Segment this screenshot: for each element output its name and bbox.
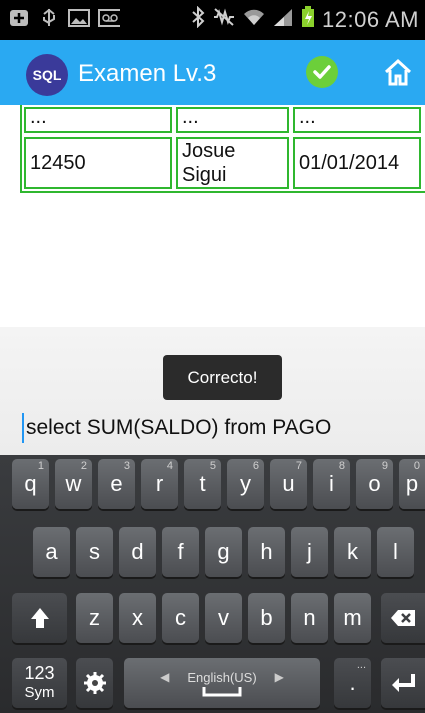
action-bar: SQL Examen Lv.3 <box>0 40 425 105</box>
table-cell: ... <box>293 106 421 133</box>
key-d[interactable]: d <box>119 527 156 577</box>
key-label: e <box>110 471 123 496</box>
check-button[interactable] <box>306 56 338 88</box>
key-u[interactable]: 7u <box>270 459 307 509</box>
key-z[interactable]: z <box>76 593 113 643</box>
key-x[interactable]: x <box>119 593 156 643</box>
space-bar-icon <box>202 686 242 696</box>
query-input[interactable] <box>22 413 416 443</box>
key-number: 3 <box>123 460 130 472</box>
check-circle-icon <box>313 65 331 79</box>
table-cell: Josue Sigui <box>176 137 289 189</box>
lang-next-icon: ▶ <box>274 670 284 684</box>
status-bar: 12:06 AM <box>0 0 425 40</box>
period-label: . <box>349 670 356 695</box>
key-v[interactable]: v <box>205 593 242 643</box>
key-number: 7 <box>295 460 302 472</box>
key-j[interactable]: j <box>291 527 328 577</box>
key-number: 5 <box>209 460 216 472</box>
key-label: y <box>240 471 251 496</box>
app-title: Examen Lv.3 <box>78 60 217 87</box>
mute-icon <box>212 7 236 32</box>
key-f[interactable]: f <box>162 527 199 577</box>
period-sub-label: ... <box>356 659 366 671</box>
key-y[interactable]: 6y <box>227 459 264 509</box>
status-time: 12:06 AM <box>322 6 419 32</box>
key-w[interactable]: 2w <box>55 459 92 509</box>
key-s[interactable]: s <box>76 527 113 577</box>
enter-key[interactable] <box>381 658 425 708</box>
add-icon <box>8 8 30 28</box>
table-cell: ... <box>176 106 289 133</box>
result-table: ... ... ... 12450 Josue Sigui 01/01/2014 <box>20 105 425 193</box>
battery-charging-icon <box>301 6 315 33</box>
key-label: i <box>329 471 334 496</box>
gear-icon <box>83 672 106 694</box>
key-l[interactable]: l <box>377 527 414 577</box>
bluetooth-icon <box>191 5 205 33</box>
key-g[interactable]: g <box>205 527 242 577</box>
status-right-icons: 12:06 AM <box>191 5 419 33</box>
voicemail-icon <box>98 8 120 28</box>
key-b[interactable]: b <box>248 593 285 643</box>
home-icon <box>384 58 412 86</box>
key-number: 8 <box>338 460 345 472</box>
shift-icon <box>30 608 49 628</box>
symbols-sub-label: Sym <box>24 684 55 701</box>
table-cell: 01/01/2014 <box>293 137 421 189</box>
key-number: 4 <box>166 460 173 472</box>
key-e[interactable]: 3e <box>98 459 135 509</box>
key-r[interactable]: 4r <box>141 459 178 509</box>
app-logo: SQL <box>26 54 68 96</box>
key-label: r <box>155 471 164 496</box>
key-i[interactable]: 8i <box>313 459 350 509</box>
delete-key[interactable] <box>381 593 425 643</box>
signal-icon <box>272 7 294 32</box>
key-number: 1 <box>37 460 44 472</box>
image-icon <box>68 8 90 28</box>
key-k[interactable]: k <box>334 527 371 577</box>
key-label: w <box>65 471 82 496</box>
key-label: o <box>368 471 381 496</box>
space-language-label: English(US) <box>187 669 257 685</box>
soft-keyboard: 1q 2w 3e 4r 5t 6y 7u 8i 9o 0p a s d f g … <box>0 455 425 713</box>
key-a[interactable]: a <box>33 527 70 577</box>
home-button[interactable] <box>380 54 416 90</box>
key-m[interactable]: m <box>334 593 371 643</box>
key-number: 0 <box>413 460 420 472</box>
shift-key[interactable] <box>12 593 67 643</box>
key-c[interactable]: c <box>162 593 199 643</box>
usb-icon <box>38 8 60 28</box>
backspace-icon <box>391 610 415 626</box>
space-key[interactable]: ◀ English(US) ▶ <box>124 658 320 708</box>
key-p[interactable]: 0p <box>399 459 425 509</box>
settings-key[interactable] <box>76 658 113 708</box>
key-number: 2 <box>80 460 87 472</box>
key-h[interactable]: h <box>248 527 285 577</box>
lang-prev-icon: ◀ <box>160 670 170 684</box>
key-label: q <box>24 471 37 496</box>
key-label: t <box>199 471 206 496</box>
enter-icon <box>392 674 415 692</box>
toast-message: Correcto! <box>163 355 282 400</box>
key-o[interactable]: 9o <box>356 459 393 509</box>
status-left-icons <box>8 8 120 28</box>
key-q[interactable]: 1q <box>12 459 49 509</box>
table-row: 12450 Josue Sigui 01/01/2014 <box>22 135 425 191</box>
key-label: u <box>282 471 295 496</box>
period-key[interactable]: ... . <box>334 658 371 708</box>
space-label-row: ◀ English(US) ▶ <box>160 670 284 685</box>
key-label: p <box>405 471 419 496</box>
key-number: 6 <box>252 460 259 472</box>
table-row: ... ... ... <box>22 105 425 135</box>
key-number: 9 <box>381 460 388 472</box>
key-n[interactable]: n <box>291 593 328 643</box>
table-cell: ... <box>24 106 172 133</box>
symbols-key[interactable]: 123 Sym <box>12 658 67 708</box>
table-cell: 12450 <box>24 137 172 189</box>
symbols-label: 123 <box>24 663 55 683</box>
key-t[interactable]: 5t <box>184 459 221 509</box>
wifi-icon <box>243 7 265 32</box>
